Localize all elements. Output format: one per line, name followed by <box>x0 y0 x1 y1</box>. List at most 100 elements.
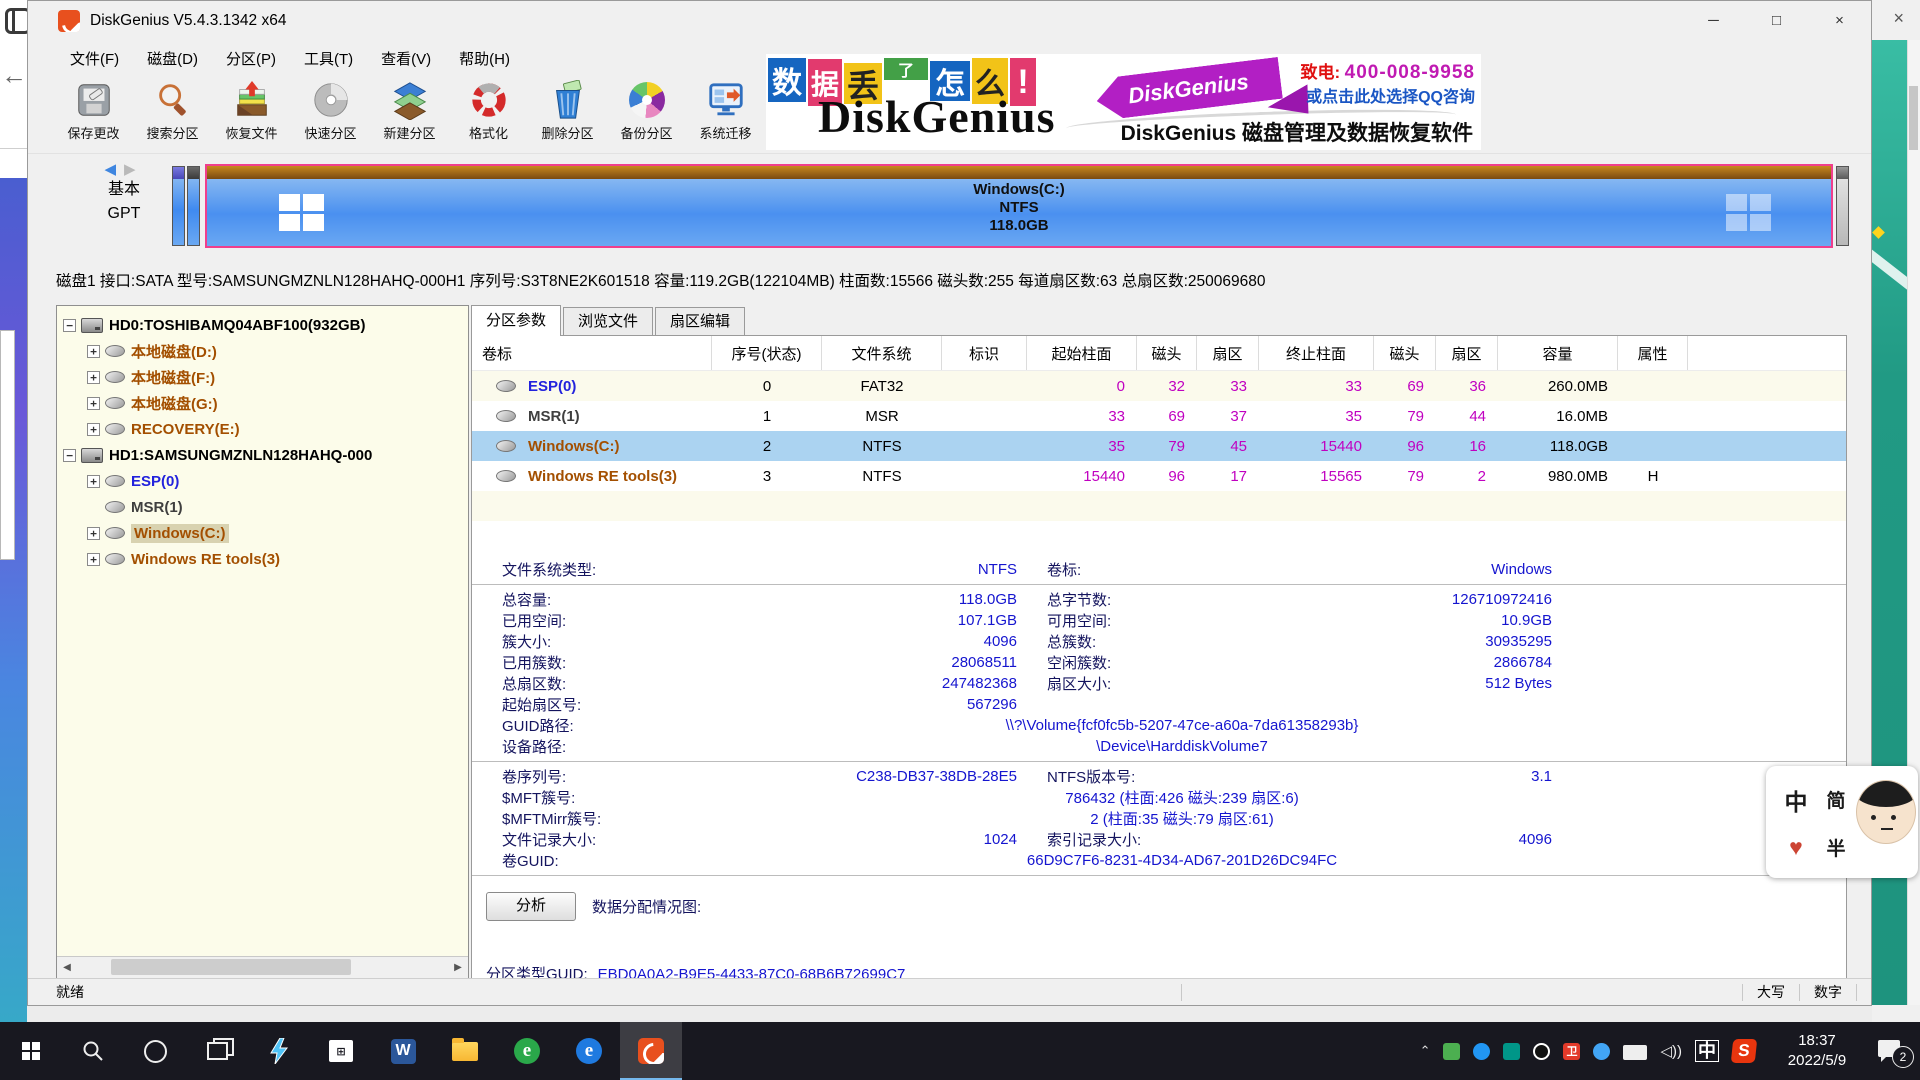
menu-help[interactable]: 帮助(H) <box>445 48 524 69</box>
battery-icon[interactable] <box>1623 1045 1647 1060</box>
prev-disk-arrow-icon[interactable]: ◀ <box>104 161 124 178</box>
action-center-button[interactable]: 2 <box>1878 1038 1908 1064</box>
maximize-button[interactable]: □ <box>1745 1 1808 41</box>
collapse-icon[interactable] <box>63 319 76 332</box>
pinned-app-file-explorer[interactable] <box>434 1022 496 1080</box>
tree-horizontal-scrollbar[interactable]: ◀ ▶ <box>57 956 468 978</box>
ime-status-card[interactable]: 中 简 ♥ 半 <box>1766 766 1918 878</box>
tray-expand-icon[interactable]: ⌃ <box>1420 1043 1431 1059</box>
col-capacity[interactable]: 容量 <box>1498 336 1618 370</box>
backup-partition-button[interactable]: 备份分区 <box>607 75 686 153</box>
col-attributes[interactable]: 属性 <box>1618 336 1688 370</box>
save-changes-button[interactable]: 保存更改 <box>54 75 133 153</box>
pinned-app-browser-green[interactable]: e <box>496 1022 558 1080</box>
partition-block-windows-c[interactable]: Windows(C:) NTFS 118.0GB <box>205 164 1833 248</box>
tray-security-icon[interactable]: 卫 <box>1563 1043 1580 1060</box>
partition-block-re-tools[interactable] <box>1836 166 1849 246</box>
tab-partition-params[interactable]: 分区参数 <box>471 305 561 336</box>
tray-qq-icon[interactable] <box>1533 1043 1550 1060</box>
tray-shield-icon[interactable] <box>1443 1043 1460 1060</box>
table-row[interactable]: ESP(0) 0 FAT32 0 32 33 33 69 36 260.0MB <box>472 371 1846 401</box>
tray-teal-icon[interactable] <box>1503 1043 1520 1060</box>
tree-item-hd1[interactable]: HD1:SAMSUNGMZNLN128HAHQ-000 <box>63 442 468 468</box>
col-flag[interactable]: 标识 <box>942 336 1027 370</box>
tree-item-esp[interactable]: ESP(0) <box>63 468 468 494</box>
pinned-app-flash[interactable] <box>248 1022 310 1080</box>
tray-snowflake-icon[interactable] <box>1593 1043 1610 1060</box>
taskbar-clock[interactable]: 18:37 2022/5/9 <box>1769 1031 1865 1071</box>
analyze-button[interactable]: 分析 <box>486 892 576 921</box>
expand-icon[interactable] <box>87 423 100 436</box>
scrollbar-thumb[interactable] <box>111 959 351 975</box>
new-partition-button[interactable]: 新建分区 <box>370 75 449 153</box>
col-head[interactable]: 磁头 <box>1137 336 1197 370</box>
tree-item-windows-re[interactable]: Windows RE tools(3) <box>63 546 468 572</box>
start-button[interactable] <box>0 1022 62 1080</box>
sogou-icon[interactable]: S <box>1731 1039 1758 1063</box>
col-head2[interactable]: 磁头 <box>1374 336 1436 370</box>
system-migration-button[interactable]: 系统迁移 <box>686 75 765 153</box>
partition-block-esp[interactable] <box>172 166 185 246</box>
close-button[interactable]: × <box>1808 1 1871 41</box>
menu-partition[interactable]: 分区(P) <box>212 48 290 69</box>
delete-partition-button[interactable]: 删除分区 <box>528 75 607 153</box>
expand-icon[interactable] <box>87 371 100 384</box>
col-end-cylinder[interactable]: 终止柱面 <box>1259 336 1374 370</box>
tab-browse-files[interactable]: 浏览文件 <box>563 307 653 335</box>
pinned-app-store[interactable]: ⊞ <box>310 1022 372 1080</box>
tree-item-hd0[interactable]: HD0:TOSHIBAMQ04ABF100(932GB) <box>63 312 468 338</box>
format-button[interactable]: 格式化 <box>449 75 528 153</box>
volume-icon[interactable]: ◁)) <box>1660 1042 1682 1060</box>
expand-icon[interactable] <box>87 527 100 540</box>
ime-indicator[interactable]: 中 <box>1695 1040 1719 1062</box>
col-volume[interactable]: 卷标 <box>472 336 712 370</box>
col-filesystem[interactable]: 文件系统 <box>822 336 942 370</box>
tab-sector-edit[interactable]: 扇区编辑 <box>655 307 745 335</box>
col-sector2[interactable]: 扇区 <box>1436 336 1498 370</box>
next-disk-arrow-icon[interactable]: ▶ <box>124 161 144 178</box>
expand-icon[interactable] <box>87 475 100 488</box>
table-row-selected[interactable]: Windows(C:) 2 NTFS 35 79 45 15440 96 16 … <box>472 431 1846 461</box>
tree-item-windows-c[interactable]: Windows(C:) <box>63 520 468 546</box>
menu-tools[interactable]: 工具(T) <box>290 48 367 69</box>
taskbar-search-button[interactable] <box>62 1022 124 1080</box>
scrollbar-track[interactable] <box>77 957 448 978</box>
guid-value[interactable]: EBD0A0A2-B9E5-4433-87C0-68B6B72699C7 <box>598 965 906 978</box>
tree-item-local-g[interactable]: 本地磁盘(G:) <box>63 390 468 416</box>
collapse-icon[interactable] <box>63 449 76 462</box>
background-scrollbar-thumb[interactable] <box>1909 86 1918 150</box>
partition-icon <box>496 470 516 482</box>
partition-block-msr[interactable] <box>187 166 200 246</box>
expand-icon[interactable] <box>87 345 100 358</box>
banner-qq-link[interactable]: 或点击此处选择QQ咨询 <box>1306 83 1475 107</box>
promo-banner[interactable]: 数 据 丢 了 怎 么 ! DiskGenius DiskGenius 致电: … <box>766 54 1481 150</box>
minimize-button[interactable]: ─ <box>1682 1 1745 41</box>
cortana-button[interactable] <box>124 1022 186 1080</box>
pinned-app-edge[interactable]: e <box>558 1022 620 1080</box>
tray-blue-icon[interactable] <box>1473 1043 1490 1060</box>
scroll-right-arrow-icon[interactable]: ▶ <box>448 957 468 978</box>
status-bar: 就绪 大写 数字 <box>28 978 1871 1005</box>
table-row[interactable]: Windows RE tools(3) 3 NTFS 15440 96 17 1… <box>472 461 1846 491</box>
menu-file[interactable]: 文件(F) <box>56 48 133 69</box>
expand-icon[interactable] <box>87 397 100 410</box>
expand-icon[interactable] <box>87 553 100 566</box>
col-index-status[interactable]: 序号(状态) <box>712 336 822 370</box>
menu-disk[interactable]: 磁盘(D) <box>133 48 212 69</box>
tree-item-msr[interactable]: MSR(1) <box>63 494 468 520</box>
table-row[interactable]: MSR(1) 1 MSR 33 69 37 35 79 44 16.0MB <box>472 401 1846 431</box>
tree-item-local-f[interactable]: 本地磁盘(F:) <box>63 364 468 390</box>
col-sector[interactable]: 扇区 <box>1197 336 1259 370</box>
detail-row: $MFT簇号:786432 (柱面:426 磁头:239 扇区:6) <box>472 787 1846 808</box>
col-start-cylinder[interactable]: 起始柱面 <box>1027 336 1137 370</box>
quick-partition-button[interactable]: 快速分区 <box>291 75 370 153</box>
search-partition-button[interactable]: 搜索分区 <box>133 75 212 153</box>
menu-view[interactable]: 查看(V) <box>367 48 445 69</box>
taskbar-app-diskgenius[interactable] <box>620 1022 682 1080</box>
recover-files-button[interactable]: 恢复文件 <box>212 75 291 153</box>
task-view-button[interactable] <box>186 1022 248 1080</box>
tree-item-recovery-e[interactable]: RECOVERY(E:) <box>63 416 468 442</box>
pinned-app-word[interactable]: W <box>372 1022 434 1080</box>
tree-item-local-d[interactable]: 本地磁盘(D:) <box>63 338 468 364</box>
scroll-left-arrow-icon[interactable]: ◀ <box>57 957 77 978</box>
